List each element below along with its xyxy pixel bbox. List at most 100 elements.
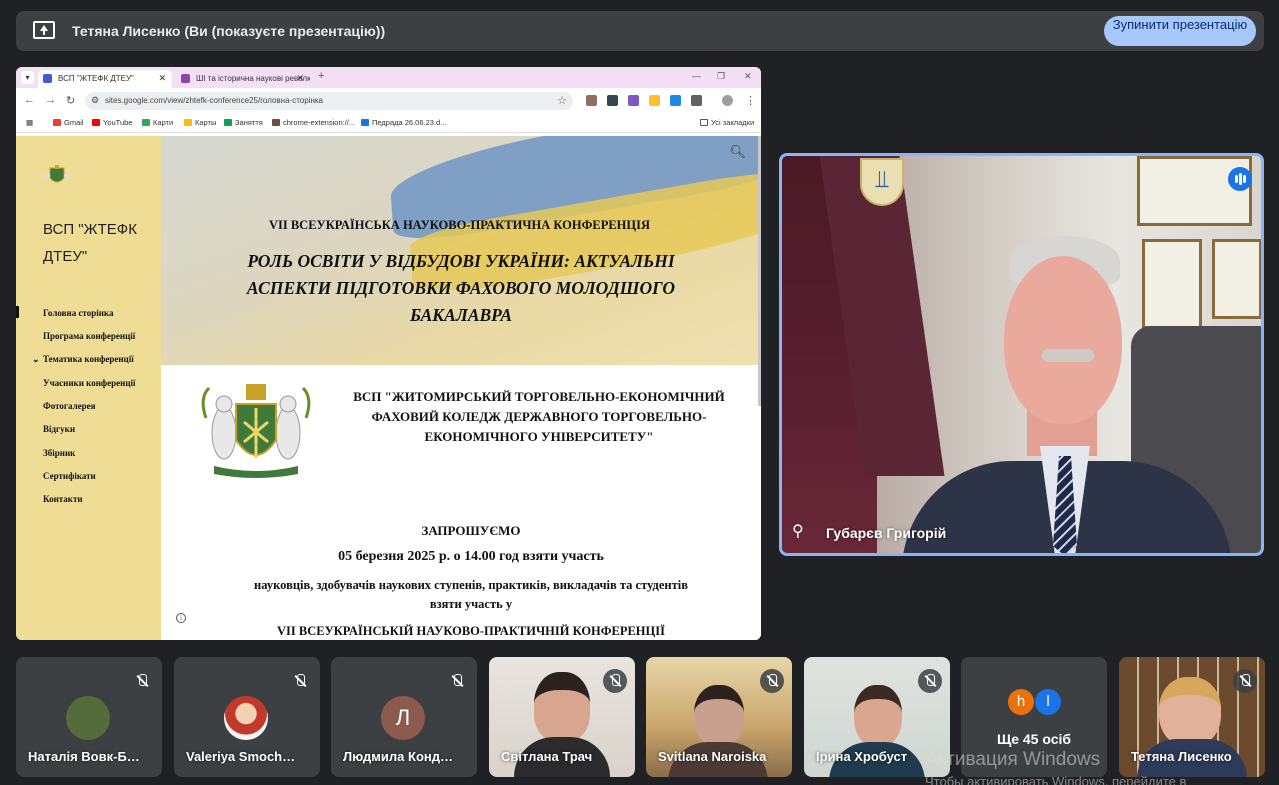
invite-participate: взяти участь у [429, 597, 513, 611]
stop-presenting-button[interactable]: Зупинити презентацію [1104, 16, 1256, 46]
invite-audience: науковців, здобувачів наукових ступенів,… [254, 578, 688, 592]
coat-of-arms-icon [860, 158, 904, 206]
nav-reviews[interactable]: Відгуки [43, 424, 75, 434]
bookmark-youtube[interactable]: YouTube [92, 118, 132, 127]
speaker-name: Губарєв Григорій [826, 525, 947, 541]
bookmark-pedrada[interactable]: Педрада 26.06.23.d... [361, 118, 446, 127]
tab-search-icon[interactable]: ▾ [21, 71, 34, 84]
url-text: sites.google.com/view/zhtefk-conference2… [105, 96, 323, 105]
tab-other[interactable]: ШІ та історична наукові революції ✕ [176, 70, 310, 88]
nav-topics[interactable]: ⌄ Тематика конференції [32, 354, 134, 364]
participant-name: Наталія Вовк-Б… [28, 749, 140, 764]
back-icon[interactable]: ← [24, 94, 35, 106]
info-icon[interactable]: i [176, 613, 186, 623]
invite-heading: ЗАПРОШУЄМО [421, 523, 521, 538]
speaker-face [1004, 256, 1122, 424]
profile-icon[interactable] [722, 95, 733, 106]
more-participants-count: Ще 45 осіб [996, 731, 1072, 747]
mic-off-icon [918, 669, 942, 693]
nav-contacts[interactable]: Контакти [43, 494, 83, 504]
present-screen-icon [33, 21, 55, 39]
conference-subtitle: VII ВСЕУКРАЇНСЬКА НАУКОВО-ПРАКТИЧНА КОНФ… [268, 218, 651, 232]
participant-name: Valeriya Smoch… [186, 749, 296, 764]
bookmark-extension[interactable]: chrome-extension://... [272, 118, 355, 127]
presenting-bar: Тетяна Лисенко (Ви (показуєте презентаці… [16, 11, 1264, 51]
all-bookmarks[interactable]: Усі закладки [700, 118, 754, 127]
presenting-label: Тетяна Лисенко (Ви (показуєте презентаці… [72, 23, 386, 39]
mic-off-icon [1233, 669, 1257, 693]
tab-site-title: ВСП "ЖТЕФК ДТЕУ" [58, 74, 134, 83]
participant-tile[interactable]: Л Людмила Конд… [331, 657, 477, 777]
apps-grid-icon[interactable]: ▦ [26, 118, 33, 127]
bookmark-maps[interactable]: Карти [142, 118, 173, 127]
pin-icon[interactable]: ⚲ [792, 521, 804, 541]
restore-icon[interactable]: ❐ [717, 71, 725, 82]
mic-off-icon [603, 669, 627, 693]
nav-home[interactable]: Головна сторінка [43, 308, 113, 318]
participant-tile[interactable]: Наталія Вовк-Б… [16, 657, 162, 777]
forward-icon[interactable]: → [45, 94, 56, 106]
mic-off-icon [130, 669, 154, 693]
close-tab-icon[interactable]: ✕ [158, 73, 166, 84]
bookmark-star-icon[interactable]: ☆ [557, 94, 567, 107]
shared-screen: ▾ ВСП "ЖТЕФК ДТЕУ" ✕ ШІ та історична нау… [16, 67, 761, 640]
close-tab-icon[interactable]: ✕ [296, 73, 304, 84]
conference-title: РОЛЬ ОСВІТИ У ВІДБУДОВІ УКРАЇНИ: АКТУАЛЬ… [246, 251, 676, 325]
mic-off-icon [445, 669, 469, 693]
hero-banner: 🔍︎ VII ВСЕУКРАЇНСЬКА НАУКОВО-ПРАКТИЧНА К… [161, 136, 758, 365]
participant-name: Тетяна Лисенко [1131, 749, 1232, 764]
translate-icon[interactable] [670, 95, 681, 106]
extension-icon[interactable] [628, 95, 639, 106]
bookmarks-bar: ▦ Gmail YouTube Карти Карты Заняття chro… [16, 114, 761, 133]
url-bar[interactable]: ⚙ sites.google.com/view/zhtefk-conferenc… [85, 92, 573, 110]
minimize-icon[interactable]: — [692, 71, 701, 81]
wall-diploma [1212, 239, 1261, 319]
bookmark-classroom[interactable]: Заняття [224, 118, 263, 127]
participant-name: Людмила Конд… [343, 749, 453, 764]
new-tab-icon[interactable]: + [318, 70, 324, 82]
mic-off-icon [760, 669, 784, 693]
participant-video [694, 685, 744, 747]
nav-program[interactable]: Програма конференції [43, 331, 135, 341]
bookmark-gmail[interactable]: Gmail [53, 118, 84, 127]
extension-icon[interactable] [649, 95, 660, 106]
site-title: ВСП "ЖТЕФК ДТЕУ" [43, 221, 137, 265]
participant-video [854, 685, 902, 747]
nav-gallery[interactable]: Фотогалерея [43, 401, 96, 411]
participant-video [534, 672, 590, 742]
nav-participants[interactable]: Учасники конференції [43, 378, 136, 388]
reload-icon[interactable]: ↻ [66, 94, 75, 107]
tab-site[interactable]: ВСП "ЖТЕФК ДТЕУ" ✕ [38, 70, 172, 88]
extension-icon[interactable] [586, 95, 597, 106]
active-nav-marker [16, 306, 19, 318]
sites-favicon-icon [43, 74, 52, 83]
avatar [66, 696, 110, 740]
search-icon[interactable]: 🔍︎ [729, 144, 746, 160]
participant-tile[interactable]: Світлана Трач [489, 657, 635, 777]
extensions-puzzle-icon[interactable] [691, 95, 702, 106]
participant-tile[interactable]: Svitlana Naroiska [646, 657, 792, 777]
wall-diploma [1142, 239, 1202, 329]
site-info-icon[interactable]: ⚙ [91, 95, 99, 106]
avatar: h [1008, 689, 1034, 715]
participant-name: Світлана Трач [501, 749, 593, 764]
speaker-tile[interactable]: ⚲ Губарєв Григорій [779, 153, 1264, 556]
address-bar-row: ← → ↻ ⚙ sites.google.com/view/zhtefk-con… [16, 88, 761, 114]
windows-activation-watermark: Активация Windows [925, 749, 1101, 770]
site-sidebar: ВСП "ЖТЕФК ДТЕУ" Головна сторінка Програ… [16, 136, 161, 640]
chevron-down-icon[interactable]: ⌄ [32, 354, 40, 365]
college-name: ВСП "ЖИТОМИРСЬКИЙ ТОРГОВЕЛЬНО-ЕКОНОМІЧНИ… [353, 389, 725, 444]
extension-icon[interactable] [607, 95, 618, 106]
participant-video [1159, 677, 1221, 747]
participant-name: Ірина Хробуст [816, 749, 908, 764]
participant-tile[interactable]: Valeriya Smoch… [174, 657, 320, 777]
mic-off-icon [288, 669, 312, 693]
page-scrollbar[interactable] [758, 136, 761, 406]
nav-certificates[interactable]: Сертифікати [43, 471, 96, 481]
bookmark-maps-ru[interactable]: Карты [184, 118, 216, 127]
avatar: Л [381, 696, 425, 740]
more-menu-icon[interactable]: ⋮ [745, 94, 756, 107]
participant-tile[interactable]: Тетяна Лисенко [1119, 657, 1265, 777]
close-window-icon[interactable]: ✕ [744, 71, 752, 82]
nav-collection[interactable]: Збірник [43, 448, 75, 458]
